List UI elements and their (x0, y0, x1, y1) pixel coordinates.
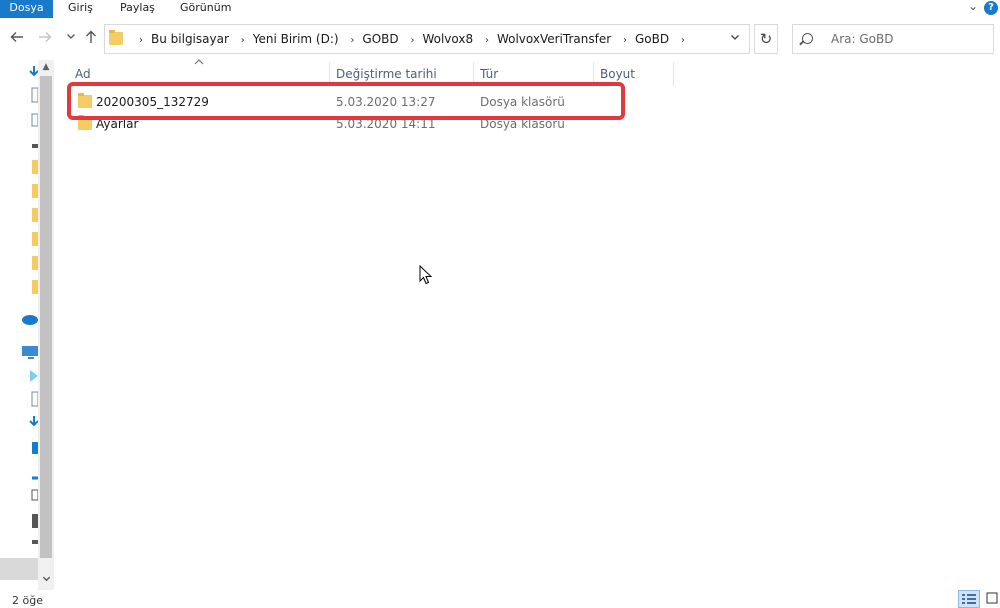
breadcrumb-separator[interactable]: › (485, 27, 489, 55)
breadcrumb: › Bu bilgisayar › Yeni Birim (D:) › GOBD › W… (131, 25, 693, 53)
breadcrumb-separator[interactable]: › (139, 27, 143, 55)
arrow-right-icon[interactable] (36, 29, 54, 49)
details-view-button[interactable] (958, 590, 980, 608)
breadcrumb-item[interactable]: GoBD (635, 25, 669, 53)
nav-icons (22, 66, 39, 544)
breadcrumb-item[interactable]: WolvoxVeriTransfer (497, 25, 611, 53)
address-row: › Bu bilgisayar › Yeni Birim (D:) › GOBD › W… (0, 20, 1000, 60)
column-divider[interactable] (673, 62, 674, 86)
breadcrumb-separator[interactable]: › (623, 27, 627, 55)
tab-dosya[interactable]: Dosya (0, 0, 53, 18)
nav-scrollbar[interactable]: ▲ (38, 60, 54, 590)
tab-gorunum[interactable]: Görünüm (180, 0, 231, 18)
tab-paylas[interactable]: Paylaş (120, 0, 155, 18)
breadcrumb-item[interactable]: Yeni Birim (D:) (253, 25, 339, 53)
breadcrumb-item[interactable]: Wolvox8 (422, 25, 473, 53)
arrow-left-icon[interactable] (8, 29, 26, 49)
large-icons-view-icon (986, 592, 998, 604)
breadcrumb-separator[interactable]: › (410, 27, 414, 55)
ribbon: Dosya Giriş Paylaş Görünüm ⌄ ? (0, 0, 1000, 18)
address-bar[interactable]: › Bu bilgisayar › Yeni Birim (D:) › GOBD › W… (104, 24, 750, 54)
tab-giris[interactable]: Giriş (68, 0, 93, 18)
breadcrumb-item[interactable]: Bu bilgisayar (151, 25, 229, 53)
arrow-up-icon[interactable] (82, 29, 100, 49)
mouse-cursor-icon (419, 264, 433, 285)
search-icon (802, 33, 813, 44)
status-item-count: 2 öğe (12, 594, 43, 607)
large-icons-view-button[interactable] (984, 590, 1000, 608)
address-dropdown-icon[interactable] (729, 32, 741, 46)
breadcrumb-item[interactable]: GOBD (362, 25, 398, 53)
refresh-button[interactable]: ↻ (754, 24, 778, 54)
nav-selected-item[interactable] (0, 558, 38, 580)
scroll-down-icon[interactable] (38, 574, 54, 588)
folder-icon (109, 30, 123, 45)
highlight-annotation (67, 82, 625, 120)
scroll-up-icon[interactable]: ▲ (38, 60, 54, 74)
breadcrumb-separator[interactable]: › (681, 27, 685, 55)
scroll-thumb[interactable] (40, 76, 52, 558)
chevron-down-icon[interactable]: ⌄ (966, 0, 980, 14)
breadcrumb-separator[interactable]: › (350, 27, 354, 55)
search-input[interactable] (831, 30, 981, 48)
details-view-icon (962, 594, 976, 604)
refresh-icon: ↻ (759, 30, 773, 48)
chevron-down-icon[interactable] (62, 29, 80, 49)
help-icon[interactable]: ? (984, 1, 998, 15)
breadcrumb-separator[interactable]: › (241, 27, 245, 55)
search-box[interactable] (792, 24, 994, 54)
